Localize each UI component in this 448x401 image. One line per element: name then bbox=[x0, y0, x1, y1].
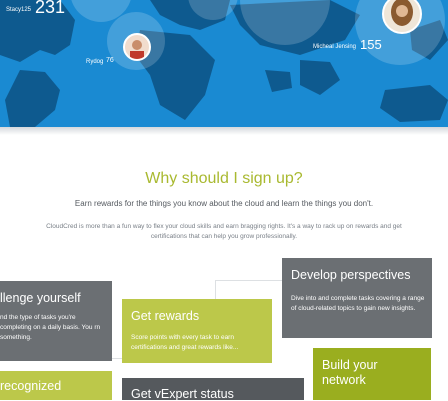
card-get-recognized[interactable]: recognized bbox=[0, 371, 112, 400]
card-get-rewards[interactable]: Get rewards Score points with every task… bbox=[122, 299, 272, 363]
card-challenge-yourself[interactable]: llenge yourself nd the type of tasks you… bbox=[0, 281, 112, 361]
card-title: recognized bbox=[0, 379, 62, 393]
leader-name: Rydog bbox=[86, 59, 104, 65]
section-subtitle: Earn rewards for the things you know abo… bbox=[74, 199, 374, 208]
card-connector bbox=[215, 280, 285, 281]
card-body: nd the type of tasks you're completing o… bbox=[0, 314, 101, 341]
leader-score: 231 bbox=[35, 0, 66, 17]
hero-world-map: Stacy125 231 Rydog 76 Micheal Jensing 15… bbox=[0, 0, 448, 127]
card-connector bbox=[215, 280, 216, 300]
person-photo-icon bbox=[391, 0, 413, 26]
leader-score: 76 bbox=[106, 57, 114, 64]
user-avatar[interactable] bbox=[123, 33, 151, 61]
card-connector bbox=[112, 358, 122, 359]
leader-score: 155 bbox=[360, 37, 382, 52]
card-get-vexpert-status[interactable]: Get vExpert status bbox=[122, 378, 304, 401]
section-title: Why should I sign up? bbox=[145, 170, 303, 187]
card-title: Build your network bbox=[322, 358, 378, 387]
hero-shadow bbox=[0, 127, 448, 135]
card-title: llenge yourself bbox=[0, 291, 81, 305]
card-title: Get rewards bbox=[131, 309, 200, 323]
card-title: Develop perspectives bbox=[291, 268, 411, 282]
card-build-network[interactable]: Build your network bbox=[313, 348, 431, 400]
person-photo-icon bbox=[130, 40, 144, 59]
card-title: Get vExpert status bbox=[131, 387, 234, 401]
card-develop-perspectives[interactable]: Develop perspectives Dive into and compl… bbox=[282, 258, 432, 338]
leader-name: Micheal Jensing bbox=[313, 44, 357, 50]
leader-name: Stacy125 bbox=[6, 7, 32, 13]
card-body: Dive into and complete tasks covering a … bbox=[291, 295, 425, 312]
section-description: CloudCred is more than a fun way to flex… bbox=[46, 223, 402, 240]
card-body: Score points with every task to earn cer… bbox=[131, 334, 239, 351]
